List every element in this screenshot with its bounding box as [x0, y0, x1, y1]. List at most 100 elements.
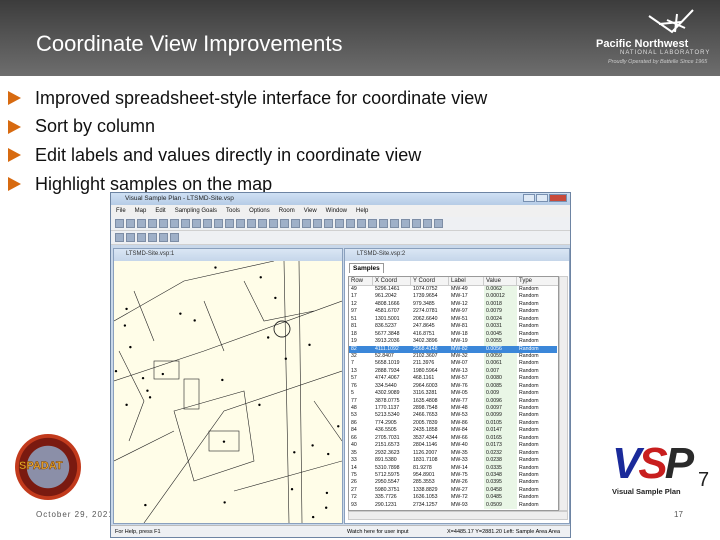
table-cell[interactable]: Random	[517, 502, 557, 509]
table-cell[interactable]: MW-81	[449, 323, 484, 330]
table-cell[interactable]: 0.0509	[484, 501, 517, 510]
sample-point[interactable]	[311, 515, 315, 519]
menu-room[interactable]: Room	[279, 208, 295, 217]
sample-point[interactable]	[221, 378, 224, 382]
table-cell[interactable]: 1980.5964	[411, 368, 449, 375]
table-cell[interactable]: MW-35	[449, 450, 484, 457]
minimize-button[interactable]	[523, 194, 535, 202]
sample-point[interactable]	[161, 372, 165, 376]
table-cell[interactable]: 3913.2036	[373, 338, 411, 345]
table-cell[interactable]: MW-32	[449, 353, 484, 360]
table-cell[interactable]: 1739.9654	[411, 293, 449, 300]
vertical-scrollbar[interactable]	[559, 276, 568, 511]
table-cell[interactable]: 891.5380	[373, 457, 411, 464]
table-row[interactable]: 84 436.5505 2435.1858 MW-84 0.0147 Random	[349, 427, 558, 435]
table-cell[interactable]: MW-72	[449, 494, 484, 501]
sample-point[interactable]	[324, 506, 328, 509]
table-cell[interactable]: 979.3485	[411, 301, 449, 308]
sample-point[interactable]	[179, 312, 182, 315]
table-cell[interactable]: MW-82	[449, 345, 484, 353]
table-cell[interactable]: MW-53	[449, 412, 484, 419]
table-cell[interactable]: 3878.0775	[373, 398, 411, 405]
toolbar-button-icon[interactable]	[423, 219, 432, 228]
toolbar-button-icon[interactable]	[192, 219, 201, 228]
table-cell[interactable]: MW-86	[449, 420, 484, 427]
table-cell[interactable]: 81.9278	[411, 465, 449, 472]
table-row[interactable]: 35 2932.3623 1126.2007 MW-35 0.0232 Random	[349, 449, 558, 458]
table-cell[interactable]: Random	[517, 368, 557, 375]
toolbar-button-icon[interactable]	[236, 219, 245, 228]
menu-options[interactable]: Options	[249, 208, 270, 217]
table-cell[interactable]: 51	[349, 316, 373, 323]
table-row[interactable]: 72 335.7726 1636.1053 MW-72 0.0485 Random	[349, 494, 558, 502]
table-cell[interactable]: 2898.7548	[411, 405, 449, 412]
sample-point[interactable]	[125, 403, 128, 407]
column-header-row[interactable]: Row	[349, 277, 373, 285]
table-cell[interactable]: 86	[349, 420, 373, 427]
table-cell[interactable]: 0.0099	[484, 412, 517, 420]
table-cell[interactable]: MW-76	[449, 383, 484, 390]
table-cell[interactable]: MW-66	[449, 435, 484, 442]
table-cell[interactable]: 4302.9089	[373, 390, 411, 397]
menu-map[interactable]: Map	[135, 208, 147, 217]
table-row[interactable]: 18 5677.3848 416.8751 MW-18 0.0045 Random	[349, 330, 558, 339]
table-cell[interactable]: 52.8407	[373, 353, 411, 360]
table-cell[interactable]: 0.0080	[484, 375, 517, 383]
table-cell[interactable]: 26	[349, 479, 373, 486]
table-cell[interactable]: 49	[349, 286, 373, 293]
table-cell[interactable]: 2964.6003	[411, 383, 449, 390]
column-header-y-coord[interactable]: Y Coord	[411, 277, 449, 285]
toolbar-button-icon[interactable]	[115, 233, 124, 242]
table-row[interactable]: 14 5310.7898 81.9278 MW-14 0.0335 Random	[349, 464, 558, 472]
sample-point[interactable]	[266, 336, 270, 339]
table-cell[interactable]: Random	[517, 308, 557, 315]
table-cell[interactable]: Random	[517, 420, 557, 427]
table-row[interactable]: 19 3913.2036 3402.3896 MW-19 0.0055 Random	[349, 338, 558, 346]
table-cell[interactable]: 2705.7031	[373, 435, 411, 442]
table-cell[interactable]: 0.0458	[484, 486, 517, 495]
table-cell[interactable]: 18	[349, 331, 373, 338]
table-cell[interactable]: 27	[349, 487, 373, 494]
column-header-value[interactable]: Value	[484, 277, 517, 285]
table-cell[interactable]: 2062.6640	[411, 316, 449, 323]
table-cell[interactable]: 4111.1092	[373, 345, 411, 353]
table-cell[interactable]: 14	[349, 465, 373, 472]
table-row[interactable]: 12 4808.1666 979.3485 MW-12 0.0018 Random	[349, 300, 558, 309]
table-cell[interactable]: Random	[517, 353, 557, 360]
table-cell[interactable]: 75	[349, 472, 373, 479]
table-cell[interactable]: 57	[349, 375, 373, 382]
toolbar-button-icon[interactable]	[390, 219, 399, 228]
table-cell[interactable]: 0.0096	[484, 397, 517, 405]
table-cell[interactable]: Random	[517, 286, 557, 293]
sample-point[interactable]	[114, 369, 118, 373]
table-row[interactable]: 77 3878.0775 1635.4808 MW-77 0.0096 Random	[349, 397, 558, 405]
table-cell[interactable]: Random	[517, 383, 557, 390]
menu-tools[interactable]: Tools	[226, 208, 240, 217]
table-cell[interactable]: 0.0147	[484, 427, 517, 435]
table-cell[interactable]: 2102.3607	[411, 353, 449, 360]
table-cell[interactable]: 0.0045	[484, 330, 517, 339]
table-row[interactable]: 51 1301.5001 2062.6640 MW-51 0.0024 Random	[349, 315, 558, 324]
table-cell[interactable]: 334.5440	[373, 383, 411, 390]
toolbar-button-icon[interactable]	[181, 219, 190, 228]
table-cell[interactable]: 2435.1858	[411, 427, 449, 434]
table-cell[interactable]: 2888.7934	[373, 368, 411, 375]
table-row[interactable]: 33 891.5380 1831.7108 MW-33 0.0238 Random	[349, 457, 558, 465]
table-cell[interactable]: MW-51	[449, 316, 484, 323]
table-cell[interactable]: Random	[517, 450, 557, 457]
table-cell[interactable]: 12	[349, 301, 373, 308]
toolbar-button-icon[interactable]	[258, 219, 267, 228]
table-cell[interactable]: 416.8751	[411, 331, 449, 338]
sample-point[interactable]	[284, 357, 288, 360]
toolbar-button-icon[interactable]	[434, 219, 443, 228]
table-cell[interactable]: 1770.1137	[373, 405, 411, 412]
table-cell[interactable]: 0.0335	[484, 464, 517, 472]
table-cell[interactable]: 0.0348	[484, 471, 517, 480]
table-cell[interactable]: 0.0061	[484, 360, 517, 368]
table-cell[interactable]: 290.1231	[373, 502, 411, 509]
menu-sampling-goals[interactable]: Sampling Goals	[175, 208, 217, 217]
table-cell[interactable]: 2151.6573	[373, 442, 411, 449]
table-cell[interactable]: MW-97	[449, 308, 484, 315]
table-cell[interactable]: 4747.4067	[373, 375, 411, 382]
table-cell[interactable]: 2950.5547	[373, 479, 411, 486]
